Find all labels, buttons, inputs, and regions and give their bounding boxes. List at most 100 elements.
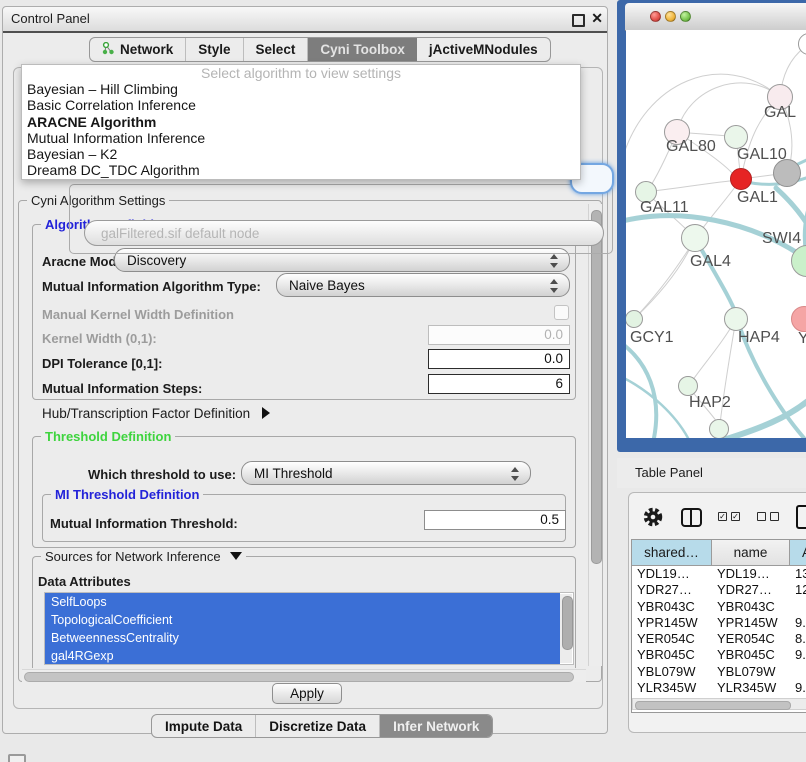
tab-label: Style xyxy=(198,42,230,57)
hub-expander[interactable]: Hub/Transcription Factor Definition xyxy=(42,406,270,421)
sources-expander[interactable]: Sources for Network Inference xyxy=(41,549,246,564)
network-node[interactable] xyxy=(626,310,643,328)
network-node[interactable] xyxy=(681,224,709,252)
tab-discretize-data[interactable]: Discretize Data xyxy=(256,715,380,737)
column-header-name[interactable]: name xyxy=(712,540,790,566)
scrollbar-thumb[interactable] xyxy=(562,596,573,650)
tab-network[interactable]: Network xyxy=(90,38,186,61)
gear-icon[interactable] xyxy=(643,507,663,532)
settings-horizontal-scrollbar[interactable] xyxy=(22,669,586,682)
bottom-tab-bar: Impute Data Discretize Data Infer Networ… xyxy=(151,714,493,738)
stepper-icon xyxy=(550,253,559,269)
table-cell: YPR145W xyxy=(632,615,712,631)
tab-infer-network[interactable]: Infer Network xyxy=(380,715,492,737)
table-row[interactable]: YPR145WYPR145W9. xyxy=(632,615,806,631)
table-cell: YDR27… xyxy=(632,582,712,598)
table-cell: YBR043C xyxy=(632,599,712,615)
table-row[interactable]: YER054CYER054C8. xyxy=(632,631,806,647)
control-panel-window: Control Panel ✕ Network Style Select xyxy=(2,6,608,734)
mi-steps-input[interactable]: 6 xyxy=(428,374,570,394)
expander-collapsed-icon xyxy=(262,407,270,419)
manual-kernel-checkbox[interactable] xyxy=(554,305,569,320)
list-item[interactable]: BetweennessCentrality xyxy=(45,629,560,647)
network-node-label: GAL1 xyxy=(737,189,778,207)
columns-icon[interactable] xyxy=(681,508,702,527)
table-row[interactable]: YBR045CYBR045C9. xyxy=(632,647,806,663)
table-row[interactable]: YDL19…YDL19…13 xyxy=(632,566,806,582)
table-cell: YLR345W xyxy=(632,680,712,696)
network-node[interactable] xyxy=(709,419,729,438)
network-node-label: GAL80 xyxy=(666,138,716,156)
scrollbar-thumb[interactable] xyxy=(635,701,791,710)
column-header-shared-name[interactable]: shared… xyxy=(632,540,712,566)
network-node[interactable] xyxy=(791,245,806,277)
list-item[interactable]: TopologicalCoefficient xyxy=(45,611,560,629)
network-nodes: GALGAL80GAL10GAL1GAL11SWI4GAL4GCY1HAP4YH… xyxy=(626,30,806,438)
mi-threshold-input[interactable]: 0.5 xyxy=(424,510,566,530)
table-cell: 8. xyxy=(790,631,806,647)
dropdown-item[interactable]: Dream8 DC_TDC Algorithm xyxy=(22,162,580,178)
tab-label: Select xyxy=(256,42,296,57)
table-row[interactable]: YLR345WYLR345W9. xyxy=(632,680,806,696)
close-icon[interactable]: ✕ xyxy=(591,10,603,27)
mac-close-icon[interactable] xyxy=(650,11,661,22)
control-panel-titlebar[interactable]: Control Panel ✕ xyxy=(3,7,607,33)
network-node-label: HAP2 xyxy=(689,394,731,412)
which-threshold-combobox[interactable]: MI Threshold xyxy=(241,461,531,485)
table-panel-header[interactable]: Table Panel xyxy=(617,458,806,488)
dropdown-item[interactable]: Basic Correlation Inference xyxy=(22,97,580,113)
mi-algorithm-type-value: Naive Bayes xyxy=(289,278,365,293)
network-node[interactable] xyxy=(773,159,801,187)
table-cell: YLR345W xyxy=(712,680,790,696)
scrollbar-thumb[interactable] xyxy=(24,672,574,682)
table-cell: YER054C xyxy=(632,631,712,647)
group-title: Threshold Definition xyxy=(41,429,175,444)
tab-label: Infer Network xyxy=(393,719,479,734)
network-node[interactable] xyxy=(730,168,752,190)
network-node[interactable] xyxy=(791,306,806,332)
mac-minimize-icon[interactable] xyxy=(665,11,676,22)
expander-expanded-icon xyxy=(230,552,242,560)
stepper-icon xyxy=(511,466,520,482)
settings-vertical-scrollbar[interactable] xyxy=(588,204,602,666)
table-cell: 9. xyxy=(790,615,806,631)
network-node[interactable] xyxy=(678,376,698,396)
table-row[interactable]: YBR043CYBR043C xyxy=(632,599,806,615)
dropdown-item-selected[interactable]: ARACNE Algorithm xyxy=(22,114,580,130)
list-item[interactable]: SelfLoops xyxy=(45,593,560,611)
tab-select[interactable]: Select xyxy=(244,38,309,61)
tab-style[interactable]: Style xyxy=(186,38,243,61)
float-window-icon[interactable] xyxy=(572,14,585,27)
mi-algorithm-type-label: Mutual Information Algorithm Type: xyxy=(42,279,261,294)
mi-algorithm-type-combobox[interactable]: Naive Bayes xyxy=(276,273,570,297)
scrollbar-thumb[interactable] xyxy=(591,210,602,564)
tab-impute-data[interactable]: Impute Data xyxy=(152,715,256,737)
tab-jactivemnodules[interactable]: jActiveMNodules xyxy=(417,38,550,61)
tab-cyni-toolbox[interactable]: Cyni Toolbox xyxy=(308,38,417,61)
tab-label: Cyni Toolbox xyxy=(320,42,405,57)
network-node[interactable] xyxy=(798,33,806,55)
network-node[interactable] xyxy=(724,307,748,331)
table-row[interactable]: YBL079WYBL079W xyxy=(632,664,806,680)
list-item[interactable]: gal4RGexp xyxy=(45,647,560,665)
data-attributes-list[interactable]: SelfLoops TopologicalCoefficient Between… xyxy=(44,592,574,665)
dpi-tolerance-input[interactable]: 0.0 xyxy=(428,349,570,369)
mac-zoom-icon[interactable] xyxy=(680,11,691,22)
network-canvas[interactable]: GALGAL80GAL10GAL1GAL11SWI4GAL4GCY1HAP4YH… xyxy=(626,30,806,438)
sources-title: Sources for Network Inference xyxy=(45,549,221,564)
dropdown-item[interactable]: Bayesian – Hill Climbing xyxy=(22,81,580,97)
kernel-width-input[interactable]: 0.0 xyxy=(428,325,570,345)
desktop: Control Panel ✕ Network Style Select xyxy=(0,0,806,762)
table-horizontal-scrollbar[interactable] xyxy=(632,698,806,710)
list-scrollbar[interactable] xyxy=(560,594,572,663)
apply-button[interactable]: Apply xyxy=(272,683,342,704)
minimized-panel-icon[interactable] xyxy=(8,754,26,762)
dropdown-item[interactable]: Bayesian – K2 xyxy=(22,146,580,162)
network-window-titlebar[interactable] xyxy=(625,3,806,31)
table-data-combobox[interactable]: galFiltered.sif default node xyxy=(84,220,604,246)
document-icon[interactable] xyxy=(796,505,806,529)
column-header-partial[interactable]: A xyxy=(790,540,806,566)
dropdown-item[interactable]: Mutual Information Inference xyxy=(22,130,580,146)
table-row[interactable]: YDR27…YDR27…12 xyxy=(632,582,806,598)
control-panel-title: Control Panel xyxy=(11,11,90,26)
